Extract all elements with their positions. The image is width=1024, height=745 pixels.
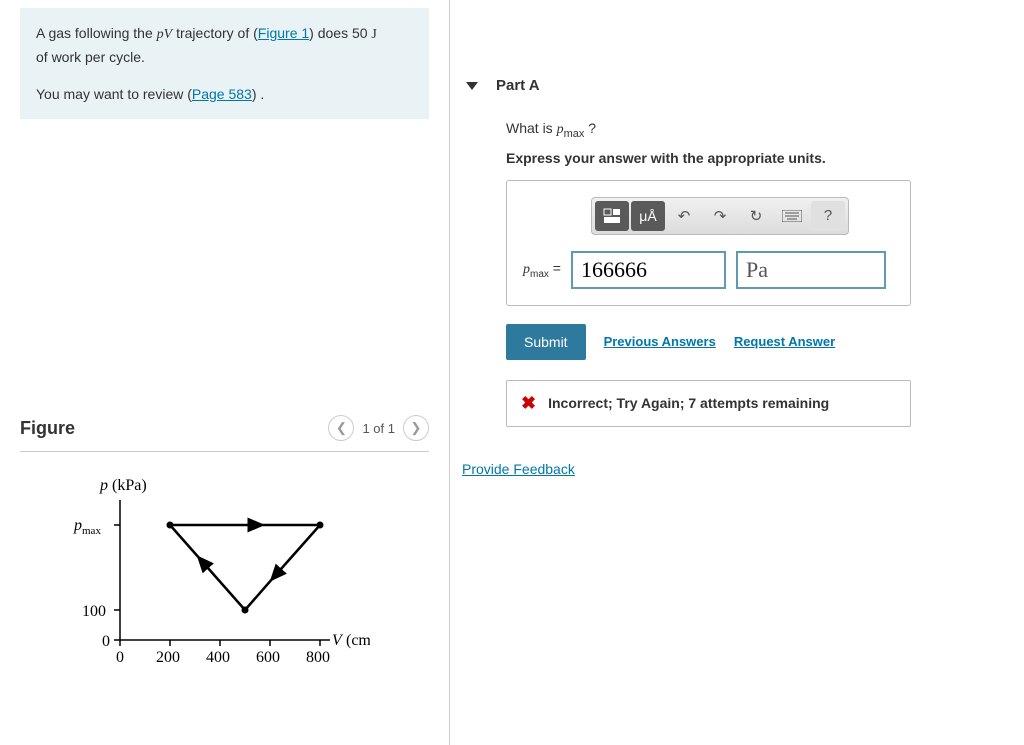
answer-toolbar: μÅ ↶ ↷ ↻ ?	[591, 197, 849, 235]
template-icon[interactable]	[595, 201, 629, 231]
previous-answers-link[interactable]: Previous Answers	[604, 334, 716, 349]
svg-text:max: max	[82, 525, 101, 537]
svg-text:200: 200	[156, 649, 180, 666]
feedback-message: Incorrect; Try Again; 7 attempts remaini…	[548, 395, 829, 411]
text: You may want to review (	[36, 86, 192, 102]
part-header[interactable]: Part A	[460, 55, 1014, 106]
text: trajectory of (	[172, 25, 258, 41]
page-link[interactable]: Page 583	[192, 86, 252, 102]
answer-label: pmax =	[523, 260, 561, 280]
svg-text:600: 600	[256, 649, 280, 666]
question-text: What is pmax ?	[506, 120, 1014, 140]
svg-text:p: p	[73, 517, 82, 534]
unit: J	[371, 27, 376, 42]
prev-figure-button[interactable]: ❮	[328, 415, 354, 441]
pv-plot: 0 200 400 600 800 0 100 p max	[50, 470, 390, 680]
svg-text:p: p	[99, 477, 108, 494]
text: ) does 50	[309, 25, 371, 41]
text: A gas following the	[36, 25, 157, 41]
svg-text:800: 800	[306, 649, 330, 666]
request-answer-link[interactable]: Request Answer	[734, 334, 835, 349]
pv-symbol: pV	[157, 27, 173, 42]
pager-text: 1 of 1	[362, 421, 395, 436]
instruction-text: Express your answer with the appropriate…	[506, 150, 1014, 166]
text: of work per cycle.	[36, 46, 413, 68]
collapse-icon	[466, 82, 478, 90]
provide-feedback-link[interactable]: Provide Feedback	[462, 461, 575, 477]
svg-text:(kPa): (kPa)	[112, 477, 147, 494]
figure-pager: ❮ 1 of 1 ❯	[328, 415, 429, 441]
submit-button[interactable]: Submit	[506, 324, 586, 360]
answer-unit-input[interactable]	[736, 251, 886, 289]
next-figure-button[interactable]: ❯	[403, 415, 429, 441]
problem-statement: A gas following the pV trajectory of (Fi…	[20, 8, 429, 119]
text: ) .	[252, 86, 264, 102]
svg-text:0: 0	[116, 649, 124, 666]
incorrect-icon: ✖	[521, 393, 536, 414]
figure-link[interactable]: Figure 1	[258, 25, 309, 41]
undo-icon[interactable]: ↶	[667, 201, 701, 231]
units-icon[interactable]: μÅ	[631, 201, 665, 231]
svg-text:V: V	[332, 632, 344, 649]
answer-value-input[interactable]	[571, 251, 726, 289]
feedback-box: ✖ Incorrect; Try Again; 7 attempts remai…	[506, 380, 911, 427]
svg-text:400: 400	[206, 649, 230, 666]
redo-icon[interactable]: ↷	[703, 201, 737, 231]
svg-text:0: 0	[102, 633, 110, 650]
help-icon[interactable]: ?	[811, 201, 845, 231]
reset-icon[interactable]: ↻	[739, 201, 773, 231]
part-label: Part A	[496, 77, 540, 94]
answer-box: μÅ ↶ ↷ ↻ ? pmax =	[506, 180, 911, 306]
svg-text:(cm: (cm	[346, 632, 370, 649]
figure-title: Figure	[20, 418, 75, 439]
svg-text:100: 100	[82, 603, 106, 620]
keyboard-icon[interactable]	[775, 201, 809, 231]
